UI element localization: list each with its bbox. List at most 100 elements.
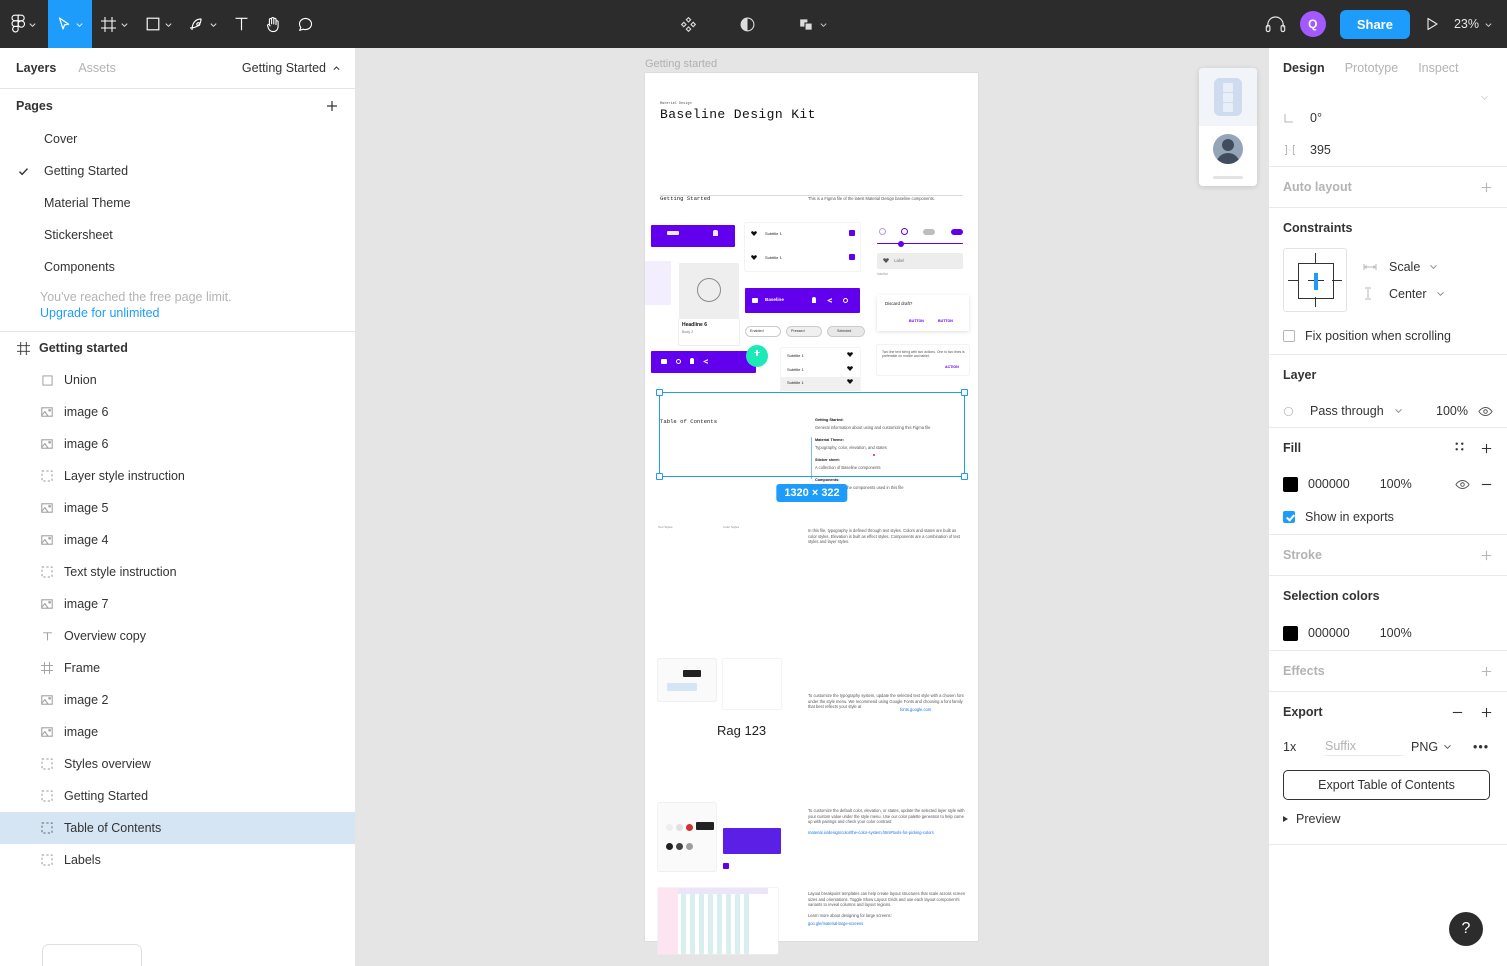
show-in-exports-row[interactable]: Show in exports — [1269, 500, 1507, 534]
page-item-material-theme[interactable]: Material Theme — [0, 187, 355, 219]
pen-tool-icon[interactable] — [181, 0, 226, 48]
switch-on[interactable] — [951, 229, 963, 235]
move-tool-icon[interactable] — [48, 0, 92, 48]
dialog-button-1[interactable]: BUTTON — [909, 319, 924, 323]
tab-layers[interactable]: Layers — [16, 61, 56, 75]
present-button[interactable] — [1424, 16, 1440, 32]
fab-button[interactable] — [746, 345, 768, 367]
layer-row-styles-overview[interactable]: Styles overview — [0, 748, 355, 780]
share-button[interactable]: Share — [1339, 9, 1410, 39]
page-item-cover[interactable]: Cover — [0, 123, 355, 155]
layer-row-overview-copy[interactable]: Overview copy — [0, 620, 355, 652]
components-icon[interactable] — [672, 0, 705, 48]
color-link[interactable]: material.io/design/color/the-color-syste… — [808, 830, 934, 835]
textfield-filled[interactable] — [877, 253, 963, 269]
layer-frame-root[interactable]: Getting started — [0, 332, 355, 364]
color-swatch[interactable] — [686, 824, 693, 831]
headphones-icon[interactable] — [1265, 15, 1286, 34]
add-export-icon[interactable] — [1480, 706, 1493, 719]
shape-tool-icon[interactable] — [137, 0, 181, 48]
constraint-top-tick[interactable] — [1315, 253, 1316, 263]
corner-radius-row[interactable]: 395 — [1269, 134, 1507, 166]
grid-link[interactable]: goo.gle/material-large-screens — [808, 921, 863, 926]
layer-row-image[interactable]: image — [0, 716, 355, 748]
dialog-button-2[interactable]: BUTTON — [938, 319, 953, 323]
layer-row-image-5[interactable]: image 5 — [0, 492, 355, 524]
upgrade-link[interactable]: Upgrade for unlimited — [40, 305, 337, 321]
boolean-icon[interactable] — [790, 0, 836, 48]
radio-unselected[interactable] — [879, 228, 886, 235]
rotation-row[interactable]: 0° — [1269, 102, 1507, 134]
constraint-right-tick[interactable] — [1332, 280, 1342, 281]
export-more-options-icon[interactable]: ••• — [1473, 740, 1489, 754]
snackbar-action[interactable]: ACTION — [945, 365, 959, 369]
zoom-control[interactable]: 23% — [1454, 17, 1493, 31]
avatar[interactable]: Q — [1299, 11, 1326, 37]
fill-visibility-icon[interactable] — [1455, 479, 1470, 490]
radio-selected[interactable] — [901, 228, 908, 235]
layer-row-image-4[interactable]: image 4 — [0, 524, 355, 556]
export-scale[interactable]: 1x — [1283, 740, 1325, 754]
layer-visibility-icon[interactable] — [1478, 406, 1493, 417]
layer-row-image-6-a[interactable]: image 6 — [0, 396, 355, 428]
fill-color-swatch[interactable] — [1283, 476, 1298, 492]
fix-position-row[interactable]: Fix position when scrolling — [1269, 318, 1507, 354]
color-swatch[interactable] — [686, 843, 693, 850]
resize-handle-top-right[interactable] — [961, 389, 968, 396]
frame-tool-icon[interactable] — [92, 0, 137, 48]
fill-opacity-value[interactable]: 100% — [1380, 477, 1412, 491]
layer-row-layer-style-instruction[interactable]: Layer style instruction — [0, 460, 355, 492]
constraint-left-tick[interactable] — [1288, 280, 1298, 281]
layer-row-table-of-contents[interactable]: Table of Contents — [0, 812, 355, 844]
add-auto-layout-icon[interactable] — [1480, 181, 1493, 194]
remove-export-icon[interactable] — [1451, 706, 1464, 719]
help-button[interactable]: ? — [1449, 912, 1483, 946]
fill-styles-icon[interactable] — [1453, 440, 1466, 456]
constraint-bottom-tick[interactable] — [1315, 297, 1316, 307]
tab-design[interactable]: Design — [1283, 61, 1325, 75]
canvas-area[interactable]: Getting started Material Design Baseline… — [356, 48, 1268, 966]
checkbox-checked[interactable] — [849, 230, 855, 236]
layer-row-text-style-instruction[interactable]: Text style instruction — [0, 556, 355, 588]
export-format-select[interactable]: PNG — [1411, 740, 1473, 754]
tab-prototype[interactable]: Prototype — [1345, 61, 1399, 75]
layer-row-getting-started[interactable]: Getting Started — [0, 780, 355, 812]
selection-frame[interactable]: 1320 × 322 — [656, 389, 968, 502]
hand-tool-icon[interactable] — [257, 0, 289, 48]
resize-handle-bottom-right[interactable] — [961, 473, 968, 480]
floating-preview-card[interactable] — [1199, 68, 1257, 186]
resize-handle-bottom-left[interactable] — [656, 473, 663, 480]
layer-opacity-value[interactable]: 100% — [1436, 404, 1468, 418]
add-fill-icon[interactable] — [1480, 442, 1493, 455]
blend-mode-row[interactable]: Pass through 100% — [1269, 395, 1507, 427]
vertical-constraint-select[interactable]: Center — [1363, 287, 1445, 301]
mask-icon[interactable] — [731, 0, 764, 48]
canvas-frame-label[interactable]: Getting started — [645, 58, 717, 70]
constraints-widget[interactable] — [1283, 248, 1347, 312]
page-item-stickersheet[interactable]: Stickersheet — [0, 219, 355, 251]
fill-color-value[interactable]: 000000 — [1308, 477, 1350, 491]
show-in-exports-checkbox[interactable] — [1283, 511, 1295, 523]
remove-fill-icon[interactable] — [1480, 478, 1493, 491]
design-document[interactable]: Material Design Baseline Design Kit Gett… — [645, 73, 978, 954]
color-swatch[interactable] — [676, 824, 683, 831]
layer-row-image-2[interactable]: image 2 — [0, 684, 355, 716]
text-tool-icon[interactable] — [226, 0, 257, 48]
add-stroke-icon[interactable] — [1480, 549, 1493, 562]
horizontal-constraint-select[interactable]: Scale — [1363, 260, 1445, 274]
layer-row-labels[interactable]: Labels — [0, 844, 355, 876]
figma-logo-icon[interactable] — [0, 0, 48, 48]
selection-color-opacity[interactable]: 100% — [1380, 626, 1412, 640]
slider-thumb[interactable] — [898, 240, 904, 247]
page-item-getting-started[interactable]: Getting Started — [0, 155, 355, 187]
layer-row-union[interactable]: Union — [0, 364, 355, 396]
export-preview-toggle[interactable]: Preview — [1269, 800, 1507, 838]
page-selector[interactable]: Getting Started — [242, 61, 341, 75]
checkbox-checked[interactable] — [849, 254, 855, 260]
fix-position-checkbox[interactable] — [1283, 330, 1295, 342]
layer-row-image-7[interactable]: image 7 — [0, 588, 355, 620]
color-swatch[interactable] — [666, 824, 673, 831]
comment-tool-icon[interactable] — [289, 0, 322, 48]
page-item-components[interactable]: Components — [0, 251, 355, 283]
customize-link[interactable]: fonts.google.com — [900, 707, 931, 712]
